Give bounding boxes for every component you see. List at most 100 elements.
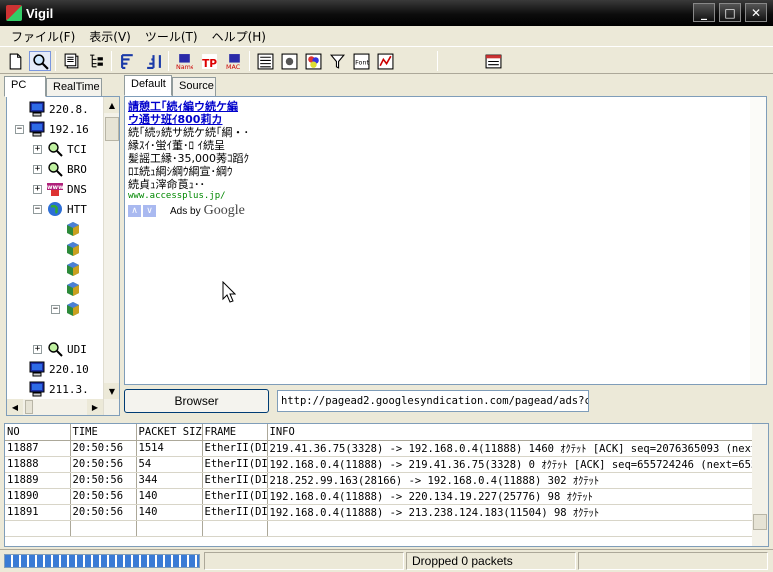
- menu-view[interactable]: 表示(V): [82, 28, 138, 45]
- tree-node[interactable]: 220.10: [15, 359, 89, 379]
- host-tree[interactable]: ▲ ▼ ◀ ▶ 220.8. − 192.16 + TCI + BRO + www DNS − HTT…: [6, 96, 120, 416]
- tree-node[interactable]: + UDI: [33, 339, 87, 359]
- cell-no: 11891: [5, 504, 71, 521]
- ad-link-line-1[interactable]: 請憩工｢続ｨ編ウ続ケ編: [128, 100, 258, 113]
- cell-info: 192.168.0.4(11888) -> 219.41.36.75(3328)…: [267, 456, 768, 473]
- ad-text-line: 髪謡工縁･35,000莠ｺ蹈ｸ: [128, 152, 249, 165]
- tree-node[interactable]: 211.3.: [15, 379, 89, 399]
- list-view-icon[interactable]: [254, 51, 276, 71]
- scroll-thumb[interactable]: [105, 117, 119, 141]
- tab-realtime[interactable]: RealTime: [46, 78, 102, 97]
- expand-icon[interactable]: +: [33, 344, 42, 354]
- tree-horizontal-scrollbar[interactable]: ◀ ▶: [7, 399, 103, 415]
- svg-text:MAC: MAC: [226, 62, 241, 69]
- tree-node[interactable]: − HTT: [33, 199, 87, 219]
- menu-bar: ファイル(F) 表示(V) ツール(T) ヘルプ(H): [0, 26, 773, 46]
- ad-link-line-2[interactable]: ウ通サ班ｲ800莉カ: [128, 113, 258, 126]
- table-row[interactable]: 1188920:50:56344EtherII(DIX)218.252.99.1…: [5, 472, 768, 489]
- table-row[interactable]: 1189020:50:56140EtherII(DIX)192.168.0.4(…: [5, 488, 768, 505]
- menu-tools[interactable]: ツール(T): [138, 28, 205, 45]
- mac-icon[interactable]: MAC: [223, 51, 245, 71]
- tree-node[interactable]: [69, 319, 83, 339]
- menu-help[interactable]: ヘルプ(H): [205, 28, 273, 45]
- expand-icon[interactable]: +: [33, 164, 42, 174]
- minimize-button[interactable]: _: [693, 3, 715, 22]
- tree-node[interactable]: [51, 239, 85, 259]
- scroll-down-arrow-icon[interactable]: ▼: [104, 383, 119, 399]
- maximize-button[interactable]: □: [719, 3, 741, 22]
- table-row[interactable]: [5, 520, 768, 537]
- ads-by-label[interactable]: Ads by: [170, 206, 201, 217]
- tree-vertical-scrollbar[interactable]: ▲ ▼: [103, 97, 119, 415]
- ad-url[interactable]: www.accessplus.jp/: [128, 191, 258, 202]
- browser-preview[interactable]: 請憩工｢続ｨ編ウ続ケ編 ウ通サ班ｲ800莉カ 続｢続ｯ続サ続ケ続｢綱・･ 縁ｽｲ…: [124, 96, 767, 385]
- ad-text-line: ﾛｴ続ｭ綱ｼ綱ｳ綱宣･綱ｳ: [128, 165, 233, 178]
- table-row[interactable]: 1188820:50:5654EtherII(DIX)192.168.0.4(1…: [5, 456, 768, 473]
- tree-node[interactable]: − 192.16: [15, 119, 89, 139]
- tp-icon[interactable]: TP: [198, 51, 220, 71]
- scroll-right-arrow-icon[interactable]: ▶: [87, 399, 103, 415]
- ad-nav-prev-icon[interactable]: ∧: [128, 205, 141, 217]
- tab-default[interactable]: Default: [124, 75, 172, 96]
- expand-icon[interactable]: +: [33, 144, 42, 154]
- tree-node-label: TCI: [67, 142, 87, 156]
- scroll-up-arrow-icon[interactable]: [750, 97, 766, 113]
- collapse-icon[interactable]: −: [51, 304, 60, 314]
- expand-icon[interactable]: +: [33, 184, 42, 194]
- table-row[interactable]: 1188720:50:561514EtherII(DIX)219.41.36.7…: [5, 440, 768, 457]
- menu-file[interactable]: ファイル(F): [4, 28, 82, 45]
- tree-node[interactable]: [51, 219, 85, 239]
- cell-packet-size: 54: [136, 456, 203, 473]
- tree-node[interactable]: + BRO: [33, 159, 87, 179]
- tree-view-icon[interactable]: [85, 51, 107, 71]
- search-icon: [48, 162, 63, 177]
- font-icon[interactable]: Font: [350, 51, 372, 71]
- browser-vertical-scrollbar[interactable]: [750, 97, 766, 384]
- new-document-icon[interactable]: [4, 51, 26, 71]
- column-header-frame[interactable]: FRAME: [202, 424, 268, 441]
- search-icon[interactable]: [29, 51, 51, 71]
- window-icon[interactable]: [482, 51, 504, 71]
- tree-node[interactable]: −: [51, 299, 85, 319]
- ad-nav-next-icon[interactable]: ∨: [143, 205, 156, 217]
- chart-icon[interactable]: [374, 51, 396, 71]
- cell-frame: EtherII(DIX): [202, 456, 268, 473]
- capture-icon[interactable]: [278, 51, 300, 71]
- ad-text-line: 縁ｽｲ･蛍ｲ董･ﾛ ｲ続呈: [128, 139, 225, 152]
- app-icon: [6, 5, 22, 21]
- cube-icon: [67, 262, 79, 276]
- tab-source[interactable]: Source: [172, 77, 216, 96]
- sort-descending-icon[interactable]: [142, 51, 164, 71]
- google-logo[interactable]: Google: [204, 203, 245, 219]
- hscroll-thumb[interactable]: [25, 400, 33, 414]
- table-scroll-thumb[interactable]: [753, 514, 767, 530]
- name-column-icon[interactable]: Name: [173, 51, 195, 71]
- tree-node[interactable]: + TCI: [33, 139, 87, 159]
- url-field[interactable]: http://pagead2.googlesyndication.com/pag…: [277, 390, 589, 412]
- tab-pc[interactable]: PC: [4, 76, 46, 97]
- scroll-left-arrow-icon[interactable]: ◀: [7, 399, 23, 415]
- color-palette-icon[interactable]: [302, 51, 324, 71]
- filter-icon[interactable]: [326, 51, 348, 71]
- tree-node[interactable]: 220.8.: [15, 99, 89, 119]
- copy-icon[interactable]: [60, 51, 82, 71]
- column-header-time[interactable]: TIME: [70, 424, 137, 441]
- close-button[interactable]: ✕: [745, 3, 767, 22]
- column-header-no[interactable]: NO: [5, 424, 71, 441]
- cell-info: 219.41.36.75(3328) -> 192.168.0.4(11888)…: [267, 440, 768, 457]
- tree-node[interactable]: + www DNS: [33, 179, 87, 199]
- sort-ascending-icon[interactable]: [117, 51, 139, 71]
- browser-button[interactable]: Browser: [124, 389, 269, 413]
- scroll-up-arrow-icon[interactable]: ▲: [104, 97, 119, 113]
- tree-node[interactable]: [51, 259, 85, 279]
- computer-icon: [29, 381, 45, 397]
- table-vertical-scrollbar[interactable]: [752, 424, 768, 546]
- tree-node-label: HTT: [67, 202, 87, 216]
- collapse-icon[interactable]: −: [15, 124, 24, 134]
- column-header-packet-size[interactable]: PACKET SIZE: [136, 424, 203, 441]
- status-bar: Dropped 0 packets: [0, 549, 773, 572]
- collapse-icon[interactable]: −: [33, 204, 42, 214]
- table-row[interactable]: 1189120:50:56140EtherII(DIX)192.168.0.4(…: [5, 504, 768, 521]
- tree-node[interactable]: [51, 279, 85, 299]
- column-header-info[interactable]: INFO: [267, 424, 768, 441]
